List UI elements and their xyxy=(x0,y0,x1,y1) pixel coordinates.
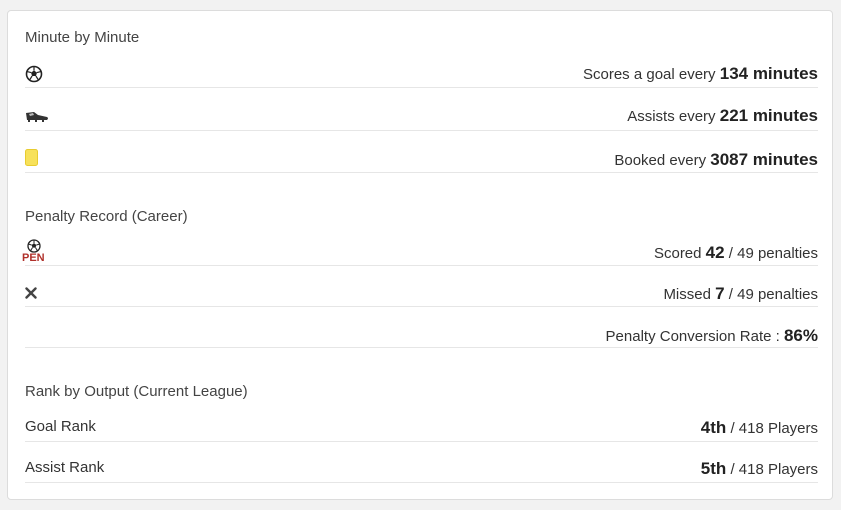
row-goal-rank: Goal Rank 4th / 418 Players xyxy=(25,416,818,442)
goal-rank-label: Goal Rank xyxy=(25,418,96,435)
assist-frequency: Assists every 221 minutes xyxy=(627,106,818,125)
penalty-goal-icon: PEN xyxy=(22,239,45,264)
section-title-minute: Minute by Minute xyxy=(25,29,140,46)
row-penalties-missed: Missed 7 / 49 penalties xyxy=(25,283,818,307)
goal-frequency: Scores a goal every 134 minutes xyxy=(582,64,818,83)
section-title-rank: Rank by Output (Current League) xyxy=(25,383,248,400)
cross-icon xyxy=(25,286,37,304)
row-booked-per-minute: Booked every 3087 minutes xyxy=(25,149,818,173)
penalty-conversion-rate: Penalty Conversion Rate : 86% xyxy=(605,326,818,345)
row-conversion-rate: Penalty Conversion Rate : 86% xyxy=(25,325,818,348)
row-assist-rank: Assist Rank 5th / 418 Players xyxy=(25,458,818,483)
row-penalties-scored: PEN Scored 42 / 49 penalties xyxy=(22,239,818,266)
yellow-card-icon xyxy=(25,149,38,171)
section-title-penalty: Penalty Record (Career) xyxy=(25,208,188,225)
assist-rank-value: 5th / 418 Players xyxy=(700,459,818,478)
penalties-scored: Scored 42 / 49 penalties xyxy=(653,243,818,262)
penalties-missed: Missed 7 / 49 penalties xyxy=(663,284,818,303)
assist-rank-label: Assist Rank xyxy=(25,459,105,476)
pen-label: PEN xyxy=(22,252,45,264)
booking-frequency: Booked every 3087 minutes xyxy=(614,150,818,169)
boot-icon xyxy=(25,109,49,128)
row-assists-per-minute: Assists every 221 minutes xyxy=(25,105,818,131)
soccer-ball-icon xyxy=(25,65,43,88)
stats-card: Minute by Minute Scores a goal every 134… xyxy=(7,10,833,500)
row-goals-per-minute: Scores a goal every 134 minutes xyxy=(25,63,818,88)
goal-rank-value: 4th / 418 Players xyxy=(700,418,818,437)
